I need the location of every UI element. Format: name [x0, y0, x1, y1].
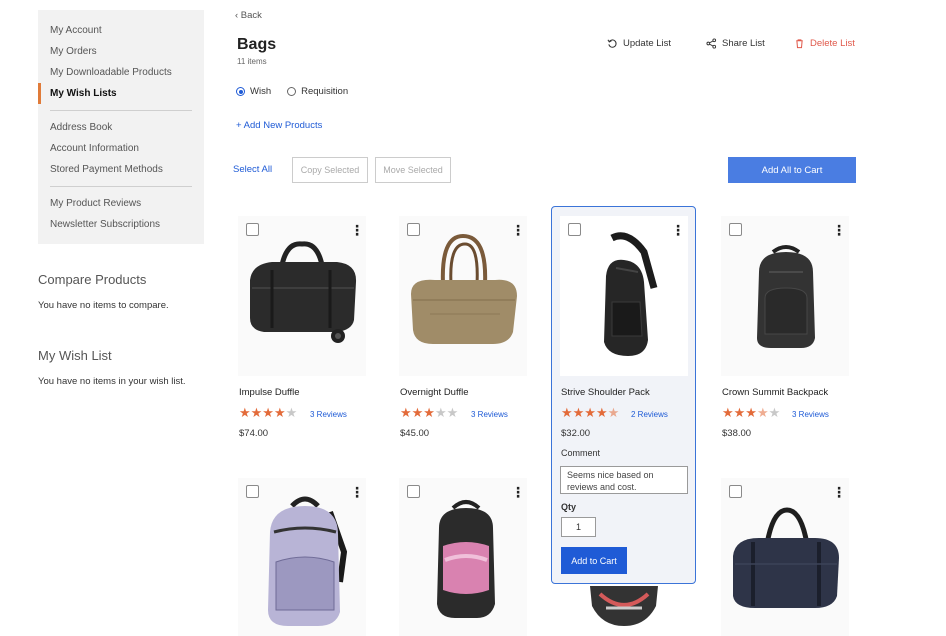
product-price: $45.00	[400, 428, 430, 439]
tote-bag-image	[411, 234, 517, 344]
move-selected-button[interactable]: Move Selected	[375, 157, 451, 183]
delete-list-button[interactable]: Delete List	[794, 38, 855, 49]
product-image[interactable]	[721, 478, 849, 636]
comment-textarea[interactable]: Seems nice based on reviews and cost.	[560, 466, 688, 494]
page-title: Bags	[237, 36, 277, 53]
copy-selected-button[interactable]: Copy Selected	[292, 157, 368, 183]
more-options-icon[interactable]: ⋮	[350, 223, 364, 237]
compare-products-text: You have no items to compare.	[38, 300, 169, 311]
product-checkbox[interactable]	[246, 485, 259, 498]
backpack-image	[268, 496, 348, 626]
sidebar-item-my-wish-lists[interactable]: My Wish Lists	[38, 83, 204, 104]
comment-label: Comment	[561, 448, 601, 458]
rating-stars: ★★★★★	[239, 405, 298, 420]
product-image[interactable]	[238, 478, 366, 636]
account-sidebar: My Account My Orders My Downloadable Pro…	[38, 10, 204, 244]
share-icon	[706, 38, 717, 49]
item-count: 11 items	[237, 57, 267, 66]
share-list-label: Share List	[722, 38, 765, 49]
product-price: $32.00	[561, 428, 591, 439]
reviews-link[interactable]: 3 Reviews	[310, 410, 347, 419]
product-name[interactable]: Crown Summit Backpack	[722, 387, 828, 398]
more-options-icon[interactable]: ⋮	[671, 223, 685, 237]
backpack-image	[757, 245, 815, 348]
backpack-image	[590, 586, 658, 626]
back-link[interactable]: ‹ Back	[235, 10, 262, 21]
product-image[interactable]	[560, 216, 688, 376]
rating-stars: ★★★★★	[722, 405, 781, 420]
product-image[interactable]	[238, 216, 366, 376]
product-checkbox[interactable]	[729, 223, 742, 236]
product-checkbox[interactable]	[407, 485, 420, 498]
qty-input[interactable]	[561, 517, 596, 537]
delete-list-label: Delete List	[810, 38, 855, 49]
product-price: $74.00	[239, 428, 269, 439]
duffle-bag-image	[733, 507, 839, 608]
sidebar-item-product-reviews[interactable]: My Product Reviews	[38, 193, 204, 214]
radio-unselected-icon	[287, 87, 297, 96]
product-image[interactable]	[399, 478, 527, 636]
sidebar-divider	[50, 186, 192, 187]
sidebar-item-downloadable-products[interactable]: My Downloadable Products	[38, 62, 204, 83]
rating-stars: ★★★★★	[400, 405, 459, 420]
requisition-radio[interactable]: Requisition	[287, 86, 348, 97]
product-checkbox[interactable]	[407, 223, 420, 236]
sidebar-item-newsletter-subscriptions[interactable]: Newsletter Subscriptions	[38, 214, 204, 235]
more-options-icon[interactable]: ⋮	[832, 485, 846, 499]
sidebar-item-my-account[interactable]: My Account	[38, 20, 204, 41]
rating-stars: ★★★★★	[561, 405, 620, 420]
list-type-radio-group: Wish Requisition	[236, 86, 348, 97]
product-checkbox[interactable]	[246, 223, 259, 236]
more-options-icon[interactable]: ⋮	[511, 223, 525, 237]
sidebar-divider	[50, 110, 192, 111]
sling-pack-image	[604, 232, 658, 356]
add-all-to-cart-button[interactable]: Add All to Cart	[728, 157, 856, 183]
requisition-radio-label: Requisition	[301, 86, 349, 97]
sidebar-item-account-information[interactable]: Account Information	[38, 138, 204, 159]
wish-radio-label: Wish	[250, 86, 272, 97]
more-options-icon[interactable]: ⋮	[832, 223, 846, 237]
product-checkbox[interactable]	[568, 223, 581, 236]
compare-products-block: Compare Products You have no items to co…	[38, 272, 169, 311]
sidebar-item-my-orders[interactable]: My Orders	[38, 41, 204, 62]
update-list-button[interactable]: Update List	[607, 38, 671, 49]
wish-list-block: My Wish List You have no items in your w…	[38, 348, 186, 387]
trash-icon	[796, 39, 803, 49]
sidebar-item-address-book[interactable]: Address Book	[38, 117, 204, 138]
add-to-cart-button[interactable]: Add to Cart	[561, 547, 627, 574]
reviews-link[interactable]: 3 Reviews	[792, 410, 829, 419]
more-options-icon[interactable]: ⋮	[511, 485, 525, 499]
wish-list-block-title: My Wish List	[38, 348, 112, 363]
add-new-products-link[interactable]: + Add New Products	[236, 120, 322, 131]
compare-products-title: Compare Products	[38, 272, 147, 287]
backpack-image	[437, 500, 495, 618]
refresh-icon	[607, 39, 617, 48]
share-list-button[interactable]: Share List	[706, 38, 765, 49]
wish-list-block-text: You have no items in your wish list.	[38, 376, 186, 387]
product-name[interactable]: Strive Shoulder Pack	[561, 387, 650, 398]
product-name[interactable]: Impulse Duffle	[239, 387, 300, 398]
product-image[interactable]	[399, 216, 527, 376]
qty-label: Qty	[561, 502, 577, 512]
select-all-link[interactable]: Select All	[233, 164, 272, 175]
reviews-link[interactable]: 2 Reviews	[631, 410, 668, 419]
radio-selected-icon	[236, 87, 245, 96]
more-options-icon[interactable]: ⋮	[350, 485, 364, 499]
update-list-label: Update List	[623, 38, 672, 49]
duffle-bag-image	[250, 241, 357, 343]
wish-radio[interactable]: Wish	[236, 86, 271, 97]
product-name[interactable]: Overnight Duffle	[400, 387, 468, 398]
sidebar-item-stored-payment-methods[interactable]: Stored Payment Methods	[38, 159, 204, 180]
reviews-link[interactable]: 3 Reviews	[471, 410, 508, 419]
product-checkbox[interactable]	[729, 485, 742, 498]
product-image[interactable]	[721, 216, 849, 376]
product-price: $38.00	[722, 428, 752, 439]
